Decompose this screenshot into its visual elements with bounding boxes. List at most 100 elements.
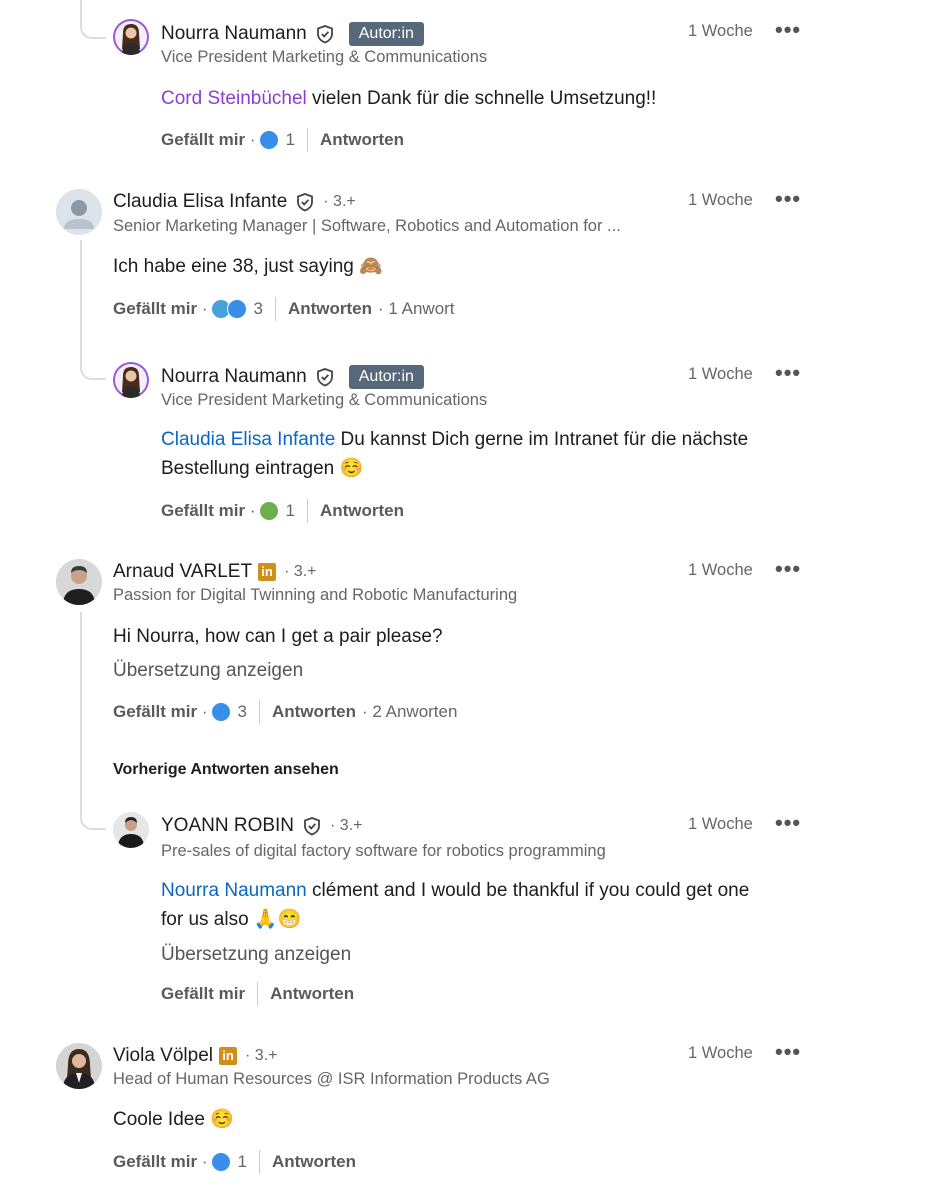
comment-actions: Gefällt mir · 1 Antworten bbox=[113, 1150, 356, 1174]
thread-line bbox=[80, 240, 82, 336]
author-headline: Passion for Digital Twinning and Robotic… bbox=[113, 586, 518, 604]
like-button[interactable]: Gefällt mir bbox=[113, 299, 197, 319]
comment-author[interactable]: Arnaud VARLET in · 3.+ bbox=[113, 561, 317, 583]
more-horizontal-icon[interactable]: ••• bbox=[775, 362, 801, 384]
reply-button[interactable]: Antworten bbox=[272, 1152, 356, 1172]
reaction-icons[interactable] bbox=[211, 299, 248, 319]
reaction-icons[interactable] bbox=[211, 702, 232, 722]
comment-author[interactable]: Claudia Elisa Infante · 3.+ bbox=[113, 191, 356, 213]
like-button[interactable]: Gefällt mir bbox=[113, 702, 197, 722]
more-horizontal-icon[interactable]: ••• bbox=[775, 19, 801, 41]
show-translation-link[interactable]: Übersetzung anzeigen bbox=[113, 660, 303, 682]
divider bbox=[274, 297, 276, 321]
author-headline: Senior Marketing Manager | Software, Rob… bbox=[113, 217, 621, 235]
reaction-count[interactable]: 1 bbox=[285, 501, 294, 521]
divider bbox=[257, 982, 259, 1006]
thread-elbow bbox=[80, 334, 106, 380]
connection-degree: · 3.+ bbox=[323, 193, 356, 210]
comment-author[interactable]: YOANN ROBIN · 3.+ bbox=[161, 815, 363, 837]
more-horizontal-icon[interactable]: ••• bbox=[775, 558, 801, 580]
reaction-count[interactable]: 3 bbox=[253, 299, 262, 319]
mention-link[interactable]: Nourra Naumann bbox=[161, 880, 307, 901]
like-button[interactable]: Gefällt mir bbox=[161, 984, 245, 1004]
author-name[interactable]: Viola Völpel bbox=[113, 1045, 213, 1067]
mention-link[interactable]: Claudia Elisa Infante bbox=[161, 429, 335, 450]
comment-body-line2: Bestellung eintragen ☺️ bbox=[161, 458, 364, 479]
thread-line bbox=[80, 612, 82, 782]
reply-button[interactable]: Antworten bbox=[320, 501, 404, 521]
like-reaction-icon bbox=[259, 130, 280, 150]
comment-actions: Gefällt mir Antworten bbox=[161, 982, 354, 1006]
show-translation-link[interactable]: Übersetzung anzeigen bbox=[161, 944, 351, 966]
comment-actions: Gefällt mir · 1 Antworten bbox=[161, 499, 404, 523]
reaction-count[interactable]: 3 bbox=[237, 702, 246, 722]
comment-time: 1 Woche bbox=[688, 815, 753, 833]
like-reaction-icon bbox=[227, 299, 248, 319]
avatar[interactable] bbox=[56, 1043, 102, 1089]
comment-text: Coole Idee ☺️ bbox=[113, 1109, 234, 1130]
author-name[interactable]: YOANN ROBIN bbox=[161, 815, 294, 837]
dot-separator: · bbox=[197, 299, 208, 318]
dot-separator: · bbox=[245, 130, 256, 149]
reply-button[interactable]: Antworten bbox=[320, 130, 404, 150]
shield-check-icon bbox=[316, 368, 333, 387]
divider bbox=[306, 499, 308, 523]
reply-button[interactable]: Antworten bbox=[288, 299, 372, 319]
author-name[interactable]: Claudia Elisa Infante bbox=[113, 191, 287, 213]
author-headline: Vice President Marketing & Communication… bbox=[161, 48, 488, 66]
reaction-count[interactable]: 1 bbox=[285, 130, 294, 150]
author-name[interactable]: Arnaud VARLET bbox=[113, 561, 252, 583]
dot-separator: · bbox=[197, 1152, 208, 1171]
like-reaction-icon bbox=[211, 1152, 232, 1172]
connection-degree: · 3.+ bbox=[284, 563, 317, 580]
avatar[interactable] bbox=[56, 559, 102, 605]
replies-count[interactable]: · 2 Anworten bbox=[362, 702, 457, 722]
comment-time: 1 Woche bbox=[688, 1044, 753, 1062]
mention-link[interactable]: Cord Steinbüchel bbox=[161, 88, 307, 109]
load-previous-replies-button[interactable]: Vorherige Antworten ansehen bbox=[113, 761, 339, 779]
comment-body: Du kannst Dich gerne im Intranet für die… bbox=[335, 429, 749, 450]
comment-author[interactable]: Viola Völpel in · 3.+ bbox=[113, 1045, 277, 1067]
reaction-icons[interactable] bbox=[259, 501, 280, 521]
comment-time: 1 Woche bbox=[688, 191, 753, 209]
reaction-count[interactable]: 1 bbox=[237, 1152, 246, 1172]
comment-author[interactable]: Nourra Naumann Autor:in bbox=[161, 22, 424, 46]
author-name[interactable]: Nourra Naumann bbox=[161, 23, 307, 45]
avatar[interactable] bbox=[113, 812, 149, 848]
thread-elbow bbox=[80, 0, 106, 39]
reply-button[interactable]: Antworten bbox=[272, 702, 356, 722]
author-headline: Pre-sales of digital factory software fo… bbox=[161, 842, 606, 860]
author-headline: Head of Human Resources @ ISR Informatio… bbox=[113, 1070, 550, 1088]
like-button[interactable]: Gefällt mir bbox=[161, 130, 245, 150]
reply-button[interactable]: Antworten bbox=[270, 984, 354, 1004]
avatar[interactable] bbox=[113, 362, 149, 398]
shield-check-icon bbox=[304, 817, 320, 836]
comment-body: vielen Dank für die schnelle Umsetzung!! bbox=[306, 88, 657, 109]
thread-elbow bbox=[80, 780, 106, 830]
divider bbox=[258, 700, 260, 724]
shield-check-icon bbox=[297, 193, 314, 212]
more-horizontal-icon[interactable]: ••• bbox=[775, 188, 801, 210]
avatar[interactable] bbox=[56, 189, 102, 235]
reaction-icons[interactable] bbox=[259, 130, 280, 150]
more-horizontal-icon[interactable]: ••• bbox=[775, 1041, 801, 1063]
comment-text: Claudia Elisa Infante Du kannst Dich ger… bbox=[161, 425, 821, 483]
like-button[interactable]: Gefällt mir bbox=[161, 501, 245, 521]
comment-body-line2: for us also 🙏😁 bbox=[161, 909, 302, 930]
reaction-icons[interactable] bbox=[211, 1152, 232, 1172]
comment-body: clément and I would be thankful if you c… bbox=[306, 880, 750, 901]
replies-count[interactable]: · 1 Anwort bbox=[378, 299, 455, 319]
linkedin-in-icon: in bbox=[219, 1047, 238, 1065]
comment-actions: Gefällt mir · 3 Antworten · 1 Anwort bbox=[113, 297, 455, 321]
comment-text: Nourra Naumann clément and I would be th… bbox=[161, 876, 841, 934]
avatar[interactable] bbox=[113, 19, 149, 55]
like-button[interactable]: Gefällt mir bbox=[113, 1152, 197, 1172]
author-name[interactable]: Nourra Naumann bbox=[161, 366, 307, 388]
comment-author[interactable]: Nourra Naumann Autor:in bbox=[161, 365, 424, 389]
comment-time: 1 Woche bbox=[688, 561, 753, 579]
comment-actions: Gefällt mir · 1 Antworten bbox=[161, 128, 404, 152]
linkedin-in-icon: in bbox=[258, 563, 277, 581]
more-horizontal-icon[interactable]: ••• bbox=[775, 812, 801, 834]
shield-check-icon bbox=[316, 25, 333, 44]
author-headline: Vice President Marketing & Communication… bbox=[161, 391, 488, 409]
